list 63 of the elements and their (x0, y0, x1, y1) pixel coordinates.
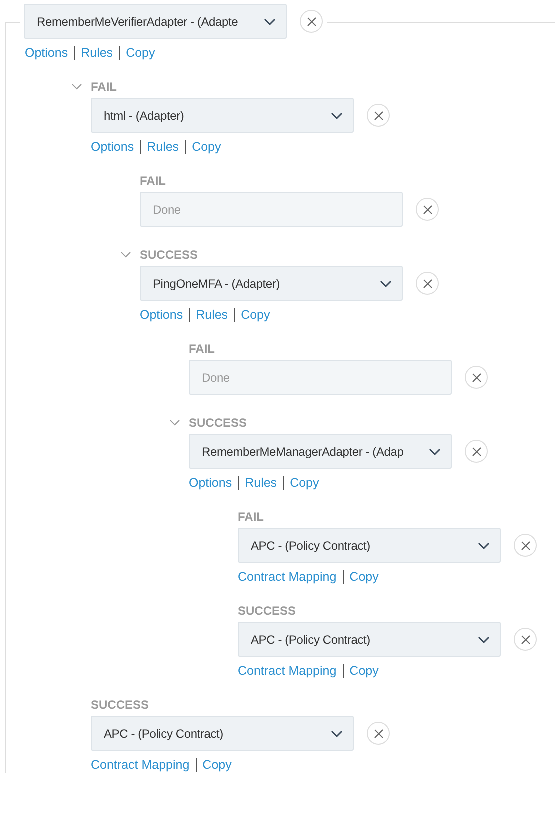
action-link[interactable]: Copy (350, 664, 379, 678)
branch-label: SUCCESS (91, 698, 150, 712)
done-field: Done (189, 360, 452, 395)
action-link[interactable]: Copy (241, 308, 270, 322)
adapter-select[interactable]: APC - (Policy Contract) (238, 622, 501, 657)
chevron-down-icon[interactable] (170, 420, 180, 426)
adapter-select[interactable]: APC - (Policy Contract) (91, 716, 354, 751)
chevron-down-icon (264, 18, 276, 26)
adapter-select[interactable]: RememberMeManagerAdapter - (Adap (189, 434, 452, 469)
action-link[interactable]: Copy (192, 140, 222, 154)
branch-label: FAIL (238, 510, 264, 524)
chevron-down-icon[interactable] (121, 252, 131, 258)
close-icon (374, 110, 384, 120)
action-link[interactable]: Options (189, 476, 232, 490)
action-link[interactable]: Rules (196, 308, 228, 322)
action-link[interactable]: Copy (202, 758, 232, 772)
action-link[interactable]: Rules (147, 140, 180, 154)
remove-button[interactable] (416, 272, 439, 295)
close-icon (374, 728, 384, 738)
action-link[interactable]: Contract Mapping (238, 570, 337, 584)
branch-label: SUCCESS (140, 248, 198, 262)
close-icon (520, 540, 530, 550)
close-icon (520, 634, 530, 644)
done-field: Done (140, 192, 403, 227)
close-icon (422, 278, 432, 288)
adapter-select[interactable]: RememberMeVerifierAdapter - (Adapte (24, 4, 287, 39)
branch-label: FAIL (140, 174, 166, 188)
adapter-select[interactable]: PingOneMFA - (Adapter) (140, 266, 403, 301)
remove-button[interactable] (367, 104, 390, 127)
adapter-select[interactable]: APC - (Policy Contract) (238, 528, 501, 563)
branch-label: FAIL (189, 342, 215, 356)
action-link[interactable]: Copy (290, 476, 320, 490)
branch-label: SUCCESS (238, 604, 296, 618)
remove-button[interactable] (514, 534, 537, 557)
chevron-down-icon (478, 542, 490, 550)
chevron-down-icon (380, 280, 392, 288)
remove-button[interactable] (367, 722, 390, 745)
chevron-down-icon (478, 636, 490, 644)
remove-button[interactable] (465, 440, 488, 463)
chevron-down-icon (429, 448, 441, 456)
action-link[interactable]: Copy (350, 570, 379, 584)
action-link[interactable]: Contract Mapping (91, 758, 190, 772)
close-icon (472, 372, 482, 382)
chevron-down-icon[interactable] (72, 84, 82, 90)
remove-button[interactable] (300, 10, 323, 33)
action-link[interactable]: Rules (245, 476, 278, 490)
branch-label: FAIL (91, 80, 117, 94)
action-link[interactable]: Options (91, 140, 134, 154)
action-link[interactable]: Options (25, 46, 68, 60)
remove-button[interactable] (465, 366, 488, 389)
action-link[interactable]: Contract Mapping (238, 664, 337, 678)
chevron-down-icon (331, 730, 343, 738)
action-link[interactable]: Options (140, 308, 184, 322)
adapter-select[interactable]: html - (Adapter) (91, 98, 354, 133)
close-icon (306, 16, 316, 26)
chevron-down-icon (331, 112, 343, 120)
action-link[interactable]: Rules (81, 46, 114, 60)
action-link[interactable]: Copy (126, 46, 156, 60)
remove-button[interactable] (514, 628, 537, 651)
close-icon (472, 446, 482, 456)
remove-button[interactable] (416, 198, 439, 221)
close-icon (422, 204, 432, 214)
branch-label: SUCCESS (189, 416, 248, 430)
